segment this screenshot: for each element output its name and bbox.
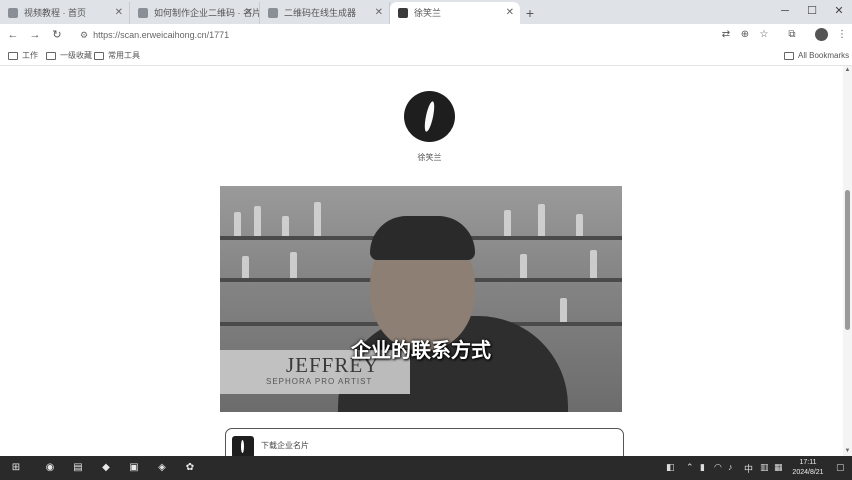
input-method-icon[interactable]: 中: [744, 462, 753, 475]
browser-app-icon[interactable]: ◉: [42, 460, 58, 476]
tray-app-icon[interactable]: ▥: [760, 462, 769, 473]
back-icon[interactable]: ←: [4, 26, 22, 44]
clock-date: 2024/8/21: [792, 469, 824, 476]
clock-time: 17:11: [799, 459, 817, 466]
tray-app-icon[interactable]: ▦: [774, 462, 783, 473]
lower-third-role: SEPHORA PRO ARTIST: [266, 377, 373, 386]
bookmark-folder[interactable]: 常用工具: [94, 48, 140, 64]
site-favicon-icon: [8, 8, 18, 18]
system-clock[interactable]: 17:11 2024/8/21: [786, 458, 830, 478]
app-icon[interactable]: ◈: [154, 460, 170, 476]
close-tab-icon[interactable]: ✕: [506, 2, 514, 24]
tab-title: 视频教程 · 首页: [24, 8, 86, 18]
browser-tab[interactable]: 如何制作企业二维码 · 名片 ✕: [130, 2, 260, 24]
page-content: 徐笑兰 JEFFREY SEPHORA PRO ARTIST 企业的联系方式 下…: [0, 66, 852, 456]
bookmark-label: 一级收藏: [60, 51, 92, 60]
app-icon[interactable]: ▣: [126, 460, 142, 476]
folder-icon: [8, 52, 18, 60]
brand-logo-icon: [422, 100, 437, 133]
maximize-window-icon[interactable]: ☐: [799, 0, 825, 24]
notification-icon[interactable]: ▢: [836, 462, 845, 473]
folder-icon: [94, 52, 104, 60]
tray-overflow-icon[interactable]: ⌃: [686, 462, 694, 473]
bookmarks-bar: 工作 一级收藏 常用工具 All Bookmarks: [0, 46, 852, 66]
bookmark-star-icon[interactable]: ☆: [756, 27, 772, 43]
shelf-bottle: [242, 256, 249, 278]
video-subtitle: 企业的联系方式: [351, 340, 491, 362]
reload-icon[interactable]: ↻: [48, 26, 66, 44]
shelf-bottle: [314, 202, 321, 236]
menu-icon[interactable]: ⋮: [834, 27, 850, 43]
shelf-bottle: [560, 298, 567, 322]
close-tab-icon[interactable]: ✕: [115, 2, 123, 24]
new-tab-button[interactable]: +: [520, 2, 540, 24]
windows-taskbar: ⊞ ◉ ▤ ◆ ▣ ◈ ✿ ◧ ⌃ ▮ ◠ ♪ 中 ▥ ▦ 17:11 2024…: [0, 456, 852, 480]
video-player[interactable]: JEFFREY SEPHORA PRO ARTIST 企业的联系方式: [220, 186, 622, 412]
page-scrollbar[interactable]: ▲ ▼: [843, 66, 852, 456]
all-bookmarks-button[interactable]: All Bookmarks: [784, 48, 849, 64]
shelf-bottle: [290, 252, 297, 278]
brand-logo-icon: [232, 436, 254, 456]
bookmark-folder[interactable]: 工作: [8, 48, 38, 64]
address-url[interactable]: https://scan.erweicaihong.cn/1771: [93, 30, 229, 40]
site-favicon-icon: [398, 8, 408, 18]
tray-app-icon[interactable]: ◧: [666, 462, 675, 473]
close-window-icon[interactable]: ✕: [826, 0, 852, 24]
folder-icon: [784, 52, 794, 60]
presenter-hair: [370, 216, 475, 260]
translate-icon[interactable]: ⇄: [718, 27, 734, 43]
profile-avatar: [404, 91, 455, 142]
scrollbar-thumb[interactable]: [845, 190, 850, 330]
all-bookmarks-label: All Bookmarks: [798, 51, 850, 60]
scroll-up-icon[interactable]: ▲: [843, 66, 852, 75]
bookmark-folder[interactable]: 一级收藏: [46, 48, 92, 64]
zoom-icon[interactable]: ⊕: [737, 27, 753, 43]
tab-strip: 视频教程 · 首页 ✕ 如何制作企业二维码 · 名片 ✕ 二维码在线生成器 ✕ …: [0, 0, 852, 24]
volume-icon[interactable]: ♪: [728, 462, 733, 472]
close-tab-icon[interactable]: ✕: [245, 2, 253, 24]
shelf-bottle: [576, 214, 583, 236]
close-tab-icon[interactable]: ✕: [375, 2, 383, 24]
browser-toolbar: ← → ↻ ⚙ https://scan.erweicaihong.cn/177…: [0, 24, 852, 46]
folder-icon: [46, 52, 56, 60]
site-favicon-icon: [268, 8, 278, 18]
forward-icon[interactable]: →: [26, 26, 44, 44]
shelf-bottle: [282, 216, 289, 236]
shelf-bottle: [520, 254, 527, 278]
shelf-bottle: [538, 204, 545, 236]
site-info-icon[interactable]: ⚙: [80, 30, 88, 41]
network-icon[interactable]: ◠: [714, 462, 722, 473]
browser-tab[interactable]: 视频教程 · 首页 ✕: [0, 2, 130, 24]
contact-card-label: 下载企业名片: [261, 441, 309, 450]
shelf-bottle: [234, 212, 241, 236]
shelf-bottle: [504, 210, 511, 236]
browser-tab-active[interactable]: 徐笑兰 ✕: [390, 2, 520, 24]
app-icon[interactable]: ✿: [182, 460, 198, 476]
address-bar[interactable]: ⚙ https://scan.erweicaihong.cn/1771: [80, 26, 710, 44]
tab-title: 徐笑兰: [414, 8, 442, 18]
file-explorer-icon[interactable]: ▤: [70, 460, 86, 476]
shelf-bottle: [254, 206, 261, 236]
profile-name: 徐笑兰: [417, 153, 442, 162]
extensions-icon[interactable]: ⧉: [784, 27, 800, 43]
contact-card[interactable]: 下载企业名片: [225, 428, 624, 456]
minimize-window-icon[interactable]: ─: [772, 0, 798, 24]
shelf-bottle: [590, 250, 597, 278]
bookmark-label: 工作: [22, 51, 38, 60]
app-icon[interactable]: ◆: [98, 460, 114, 476]
scroll-down-icon[interactable]: ▼: [843, 447, 852, 456]
tab-title: 二维码在线生成器: [284, 8, 357, 18]
start-menu-icon[interactable]: ⊞: [8, 460, 24, 476]
browser-tab[interactable]: 二维码在线生成器 ✕: [260, 2, 390, 24]
tray-app-icon[interactable]: ▮: [700, 462, 705, 473]
profile-avatar-icon[interactable]: [815, 28, 828, 41]
site-favicon-icon: [138, 8, 148, 18]
bookmark-label: 常用工具: [108, 51, 140, 60]
